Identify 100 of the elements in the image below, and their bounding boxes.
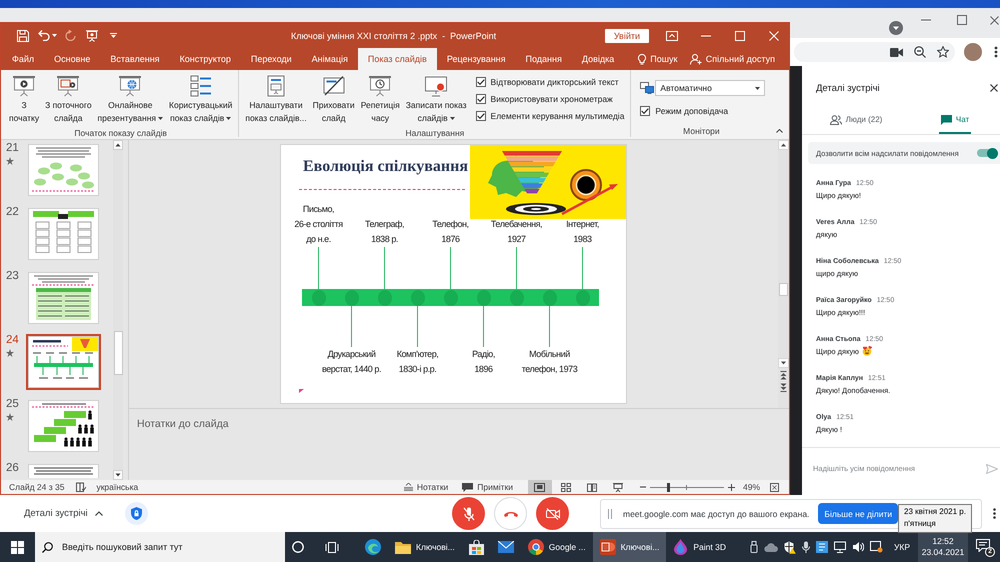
tile-icon[interactable] bbox=[816, 541, 828, 553]
profile-avatar[interactable] bbox=[964, 43, 982, 61]
slide-number: 22 bbox=[6, 206, 20, 218]
clock-button[interactable]: 12:52 23.04.2021 bbox=[918, 532, 968, 562]
ring-icon[interactable] bbox=[292, 541, 304, 553]
close-icon[interactable] bbox=[990, 16, 999, 24]
ribbon-button[interactable]: Приховати слайд bbox=[310, 73, 358, 127]
slide-thumbnail[interactable] bbox=[26, 462, 101, 480]
notes-button[interactable]: Нотатки bbox=[398, 480, 454, 494]
toggle-switch[interactable] bbox=[976, 148, 998, 158]
redo-icon[interactable] bbox=[65, 30, 76, 41]
task-view-icon[interactable] bbox=[325, 542, 339, 552]
ribbon-tab[interactable]: Файл bbox=[2, 48, 44, 70]
language-indicator[interactable]: українська bbox=[96, 482, 138, 492]
taskbar-app[interactable]: Paint 3D bbox=[666, 532, 733, 562]
ribbon-button[interactable]: З поточного слайда bbox=[42, 73, 95, 127]
input-language[interactable]: УКР bbox=[894, 542, 910, 552]
scrollbar-thumb[interactable] bbox=[114, 331, 122, 375]
caret-circle-icon[interactable] bbox=[889, 21, 903, 35]
ribbon-button[interactable]: Налаштувати показ слайдів... bbox=[242, 73, 310, 127]
save-icon[interactable] bbox=[17, 30, 29, 42]
shield-warning-icon[interactable] bbox=[784, 540, 796, 554]
more-options-icon[interactable] bbox=[993, 508, 996, 519]
usb-drive-icon[interactable] bbox=[750, 541, 758, 553]
ribbon-tab[interactable]: Анімація bbox=[302, 48, 358, 70]
minimize-icon[interactable] bbox=[921, 19, 931, 21]
stop-sharing-button[interactable]: Більше не ділити bbox=[818, 503, 898, 524]
slide-thumbnail[interactable] bbox=[26, 270, 101, 326]
magnifier-minus-icon[interactable] bbox=[914, 46, 926, 58]
projector-screen-icon[interactable] bbox=[86, 30, 98, 42]
undo-icon[interactable] bbox=[38, 30, 50, 41]
meeting-details-button[interactable]: Деталі зустрічі bbox=[24, 508, 103, 519]
ribbon-display-icon[interactable] bbox=[666, 30, 678, 40]
ribbon-button[interactable]: Записати показ слайдів bbox=[402, 73, 470, 127]
checkbox-option[interactable]: Елементи керування мультимедіа bbox=[476, 107, 624, 124]
slide-thumbnail[interactable] bbox=[26, 398, 101, 454]
scrollbar-thumb[interactable] bbox=[779, 283, 788, 296]
ribbon-button[interactable]: З початку bbox=[6, 73, 42, 127]
panel-tab[interactable]: Люди (22) bbox=[828, 110, 884, 134]
more-menu-icon[interactable] bbox=[994, 46, 998, 58]
monitor-icon[interactable] bbox=[834, 541, 846, 553]
zoom-percentage[interactable]: 49% bbox=[742, 482, 760, 492]
ribbon-tab[interactable]: Подання bbox=[516, 48, 572, 70]
view-button[interactable] bbox=[528, 480, 552, 494]
checkbox[interactable] bbox=[640, 106, 650, 116]
microphone-icon[interactable] bbox=[802, 541, 810, 553]
ribbon-button[interactable]: Репетиція часу bbox=[358, 73, 403, 127]
tell-me-search[interactable]: Пошук bbox=[636, 48, 680, 70]
book-check-icon[interactable] bbox=[76, 482, 86, 492]
microphone-button[interactable] bbox=[452, 497, 485, 530]
cloud-icon[interactable] bbox=[764, 542, 778, 552]
checkbox[interactable] bbox=[476, 94, 486, 104]
ribbon-tab[interactable]: Довідка bbox=[572, 48, 624, 70]
speaker-icon[interactable] bbox=[852, 541, 864, 553]
checkbox-option[interactable]: Відтворювати дикторський текст bbox=[476, 73, 624, 90]
checkbox[interactable] bbox=[476, 76, 486, 86]
panel-tab[interactable]: Чат bbox=[938, 110, 972, 134]
next-slide-icon[interactable] bbox=[780, 383, 787, 392]
checkbox-option[interactable]: Використовувати хронометраж bbox=[476, 90, 624, 107]
taskbar-app[interactable]: Google ... bbox=[520, 532, 593, 562]
taskbar-app[interactable]: Ключові... bbox=[388, 532, 462, 562]
ribbon-tab[interactable]: Рецензування bbox=[436, 48, 516, 70]
minus-icon[interactable] bbox=[640, 486, 646, 488]
fit-window-icon[interactable] bbox=[770, 482, 779, 492]
comments-button[interactable]: Примітки bbox=[457, 480, 518, 494]
caret-up-icon[interactable] bbox=[776, 129, 783, 133]
ribbon-button[interactable]: Користувацький показ слайдів bbox=[166, 73, 236, 127]
slider-thumb[interactable] bbox=[667, 482, 670, 492]
connector-line bbox=[350, 306, 352, 347]
maximize-icon[interactable] bbox=[957, 15, 967, 25]
ribbon-tab[interactable]: Основне bbox=[44, 48, 100, 70]
shield-lock-icon[interactable] bbox=[124, 502, 148, 525]
ribbon-tab[interactable]: Конструктор bbox=[170, 48, 241, 70]
close-icon[interactable] bbox=[990, 84, 998, 92]
camera-button[interactable] bbox=[536, 497, 569, 530]
checkbox-option[interactable]: Режим доповідача bbox=[640, 102, 766, 119]
monitor-dropdown[interactable]: Автоматично bbox=[655, 80, 766, 96]
ribbon-tab[interactable]: Переходи bbox=[240, 48, 302, 70]
checkbox[interactable] bbox=[476, 110, 486, 120]
ribbon-button[interactable]: Онлайнове презентування bbox=[94, 73, 166, 127]
customize-caret-icon[interactable] bbox=[110, 33, 117, 38]
video-camera-icon[interactable] bbox=[890, 48, 903, 56]
taskbar-search-field[interactable]: Введіть пошуковий запит тут bbox=[35, 532, 285, 562]
slide-thumbnail[interactable] bbox=[26, 206, 101, 262]
plus-icon[interactable] bbox=[728, 484, 735, 490]
taskbar-app[interactable]: Ключові... bbox=[592, 532, 666, 562]
address-bar[interactable] bbox=[794, 42, 955, 62]
share-button[interactable]: Спільний доступ bbox=[688, 48, 777, 70]
hang-up-button[interactable] bbox=[494, 497, 527, 530]
ribbon-tab[interactable]: Показ слайдів bbox=[358, 48, 437, 70]
speech-bubble-icon bbox=[976, 539, 990, 552]
wave-icon bbox=[365, 539, 381, 555]
star-icon[interactable] bbox=[937, 46, 949, 58]
slide-thumbnail[interactable] bbox=[26, 334, 101, 390]
ribbon-tab[interactable]: Вставлення bbox=[100, 48, 170, 70]
previous-slide-icon[interactable] bbox=[780, 371, 787, 380]
slide-thumbnail[interactable] bbox=[26, 142, 101, 198]
notes-field[interactable]: Нотатки до слайда bbox=[129, 409, 789, 480]
sign-in-button[interactable]: Увійти bbox=[604, 28, 649, 42]
search-icon bbox=[42, 542, 53, 552]
